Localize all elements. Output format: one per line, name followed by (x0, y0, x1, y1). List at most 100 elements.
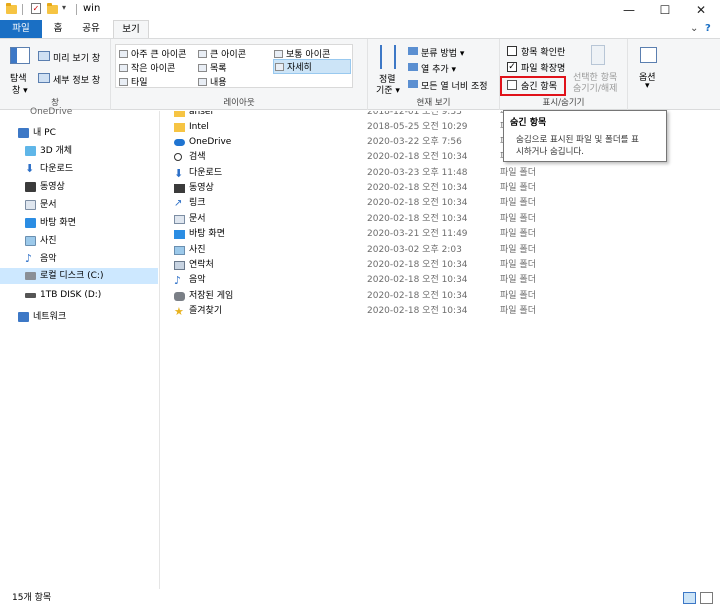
nav-music[interactable]: ♪ 음악 (0, 251, 158, 267)
group-by-button[interactable]: 분류 방법 ▾ (421, 46, 464, 59)
nav-documents[interactable]: 문서 (0, 197, 158, 213)
table-row[interactable]: 바탕 화면 2020-03-21 오전 11:49 파일 폴더 (161, 227, 720, 242)
navigation-pane-icon[interactable] (10, 47, 30, 64)
nav-3d-objects[interactable]: 3D 개체 (0, 143, 158, 159)
network-icon (18, 312, 29, 322)
navigation-pane-label-2[interactable]: 창 ▾ (12, 83, 28, 96)
nav-downloads[interactable]: ⬇ 다운로드 (0, 161, 158, 177)
item-checkboxes-checkbox[interactable] (507, 46, 517, 56)
customize-toolbar-icon[interactable]: ▾ (62, 3, 73, 16)
onedrive-icon (174, 139, 185, 146)
options-arrow[interactable]: ▾ (645, 81, 650, 91)
table-row[interactable]: 사진 2020-03-02 오후 2:03 파일 폴더 (161, 243, 720, 258)
layout-tiles[interactable]: 타일 (119, 75, 148, 88)
picture-icon (174, 246, 185, 255)
preview-pane-icon (38, 51, 50, 61)
window-title: win (83, 3, 101, 14)
layout-gallery: 아주 큰 아이콘 큰 아이콘 보통 아이콘 작은 아이콘 목록 자세히 타일 내… (115, 44, 353, 88)
close-button[interactable]: ✕ (684, 0, 718, 20)
layout-details[interactable]: 자세히 (273, 59, 351, 74)
details-pane-button[interactable]: 세부 정보 창 (53, 73, 100, 86)
table-row[interactable]: ⬇ 다운로드 2020-03-23 오후 11:48 파일 폴더 (161, 166, 720, 181)
table-row[interactable]: ↗ 링크 2020-02-18 오전 10:34 파일 폴더 (161, 196, 720, 211)
new-folder-icon[interactable] (47, 3, 58, 16)
maximize-button[interactable]: ☐ (648, 0, 682, 20)
file-extensions-label[interactable]: 파일 확장명 (521, 61, 565, 74)
options-icon[interactable] (640, 47, 657, 63)
nav-desktop[interactable]: 바탕 화면 (0, 215, 158, 231)
video-icon (174, 184, 185, 193)
minimize-button[interactable]: — (612, 0, 646, 20)
hidden-items-tooltip: 숨긴 항목 숨김으로 표시된 파일 및 폴더를 표 시하거나 숨깁니다. (503, 110, 667, 162)
drive-d-icon (25, 293, 36, 298)
navigation-pane: OneDrive 내 PC 3D 개체 ⬇ 다운로드 동영상 문서 바탕 화면 … (0, 107, 160, 589)
layout-small-icons[interactable]: 작은 아이콘 (119, 61, 175, 74)
status-bar: 15개 항목 (0, 589, 720, 607)
drive-c-icon (25, 272, 36, 280)
small-icons-icon (119, 64, 128, 72)
nav-disk-d[interactable]: 1TB DISK (D:) (0, 287, 158, 303)
layout-extra-large-icons[interactable]: 아주 큰 아이콘 (119, 47, 186, 60)
3d-objects-icon (25, 146, 36, 156)
nav-pictures[interactable]: 사진 (0, 233, 158, 249)
folder-icon (174, 111, 185, 117)
hidden-items-highlight (500, 76, 566, 96)
vertical-scrollbar[interactable] (714, 111, 720, 589)
table-row[interactable]: 저장된 게임 2020-02-18 오전 10:34 파일 폴더 (161, 289, 720, 304)
ribbon-tabs: 파일 홈 공유 보기 ⌄ ? (0, 20, 720, 38)
item-count: 15개 항목 (12, 593, 52, 603)
size-columns-icon (408, 80, 418, 88)
tab-share[interactable]: 공유 (77, 20, 105, 38)
layout-large-icons[interactable]: 큰 아이콘 (198, 47, 246, 60)
folder-icon (6, 3, 17, 16)
nav-this-pc[interactable]: 내 PC (0, 125, 158, 141)
table-row[interactable]: 연락처 2020-02-18 오전 10:34 파일 폴더 (161, 258, 720, 273)
layout-content[interactable]: 내용 (198, 75, 227, 88)
table-row[interactable]: ♪ 음악 2020-02-18 오전 10:34 파일 폴더 (161, 273, 720, 288)
current-view-group: 정렬 기준 ▾ 분류 방법 ▾ 열 추가 ▾ 모든 열 너비 조정 현재 보기 (368, 39, 500, 110)
file-extensions-checkbox[interactable]: ✓ (507, 62, 517, 72)
table-row[interactable]: 동영상 2020-02-18 오전 10:34 파일 폴더 (161, 181, 720, 196)
sort-icon[interactable] (380, 45, 396, 69)
desktop-icon (25, 218, 36, 228)
properties-icon[interactable]: ✓ (31, 3, 42, 16)
preview-pane-button[interactable]: 미리 보기 창 (53, 51, 100, 64)
group-by-icon (408, 47, 418, 55)
nav-network[interactable]: 네트워크 (0, 309, 158, 325)
music-icon: ♪ (25, 252, 33, 265)
chevron-down-icon[interactable]: ⌄ (690, 23, 698, 34)
hide-selected-icon (591, 45, 605, 65)
sort-by-label-2[interactable]: 기준 ▾ (376, 83, 400, 96)
tab-view[interactable]: 보기 (113, 20, 149, 38)
desktop-icon (174, 230, 185, 239)
file-list: ansel 2018-12-01 오전 9:33 파일 폴더 Intel 201… (161, 111, 720, 589)
item-checkboxes-label[interactable]: 항목 확인란 (521, 45, 565, 58)
tab-file[interactable]: 파일 (0, 20, 42, 38)
details-view-button[interactable] (683, 592, 696, 604)
tooltip-title: 숨긴 항목 (510, 118, 547, 128)
show-hide-group: 항목 확인란 ✓ 파일 확장명 숨긴 항목 선택한 항목 숨기기/해제 표시/숨… (500, 39, 628, 110)
pc-icon (18, 128, 29, 138)
add-columns-button[interactable]: 열 추가 ▾ (421, 62, 456, 75)
favorites-icon: ★ (174, 305, 184, 318)
details-icon (275, 63, 284, 71)
hide-selected-label-2: 숨기기/해제 (573, 84, 618, 94)
divider (22, 4, 23, 15)
document-icon (174, 215, 185, 224)
layout-list[interactable]: 목록 (198, 61, 227, 74)
extra-large-icons-icon (119, 50, 128, 58)
download-icon: ⬇ (174, 167, 184, 180)
ribbon: 탐색 창 ▾ 미리 보기 창 세부 정보 창 창 레이아웃 아주 큰 아이콘 큰… (0, 38, 720, 110)
tab-home[interactable]: 홈 (48, 20, 68, 38)
table-row[interactable]: ★ 즐겨찾기 2020-02-18 오전 10:34 파일 폴더 (161, 304, 720, 319)
nav-videos[interactable]: 동영상 (0, 179, 158, 195)
help-icon[interactable]: ? (705, 23, 711, 34)
table-row[interactable]: 문서 2020-02-18 오전 10:34 파일 폴더 (161, 212, 720, 227)
search-icon (174, 153, 182, 161)
size-all-columns-button[interactable]: 모든 열 너비 조정 (421, 79, 488, 92)
nav-local-disk-c[interactable]: 로컬 디스크 (C:) (0, 268, 158, 284)
current-view-group-label: 현재 보기 (416, 98, 451, 108)
large-icons-view-button[interactable] (700, 592, 713, 604)
video-icon (25, 182, 36, 192)
title-bar: ✓ ▾ win — ☐ ✕ (0, 0, 720, 20)
